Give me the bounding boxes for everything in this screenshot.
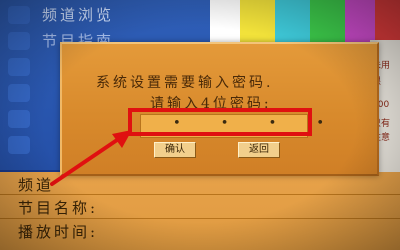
annotation-arrow: [50, 130, 132, 186]
arrow-shaft: [50, 136, 122, 186]
tv-screen: 频道浏览 节目指南 未用 限 0 000 只有 注意 频道 节目名称: 播放时间…: [0, 0, 400, 250]
